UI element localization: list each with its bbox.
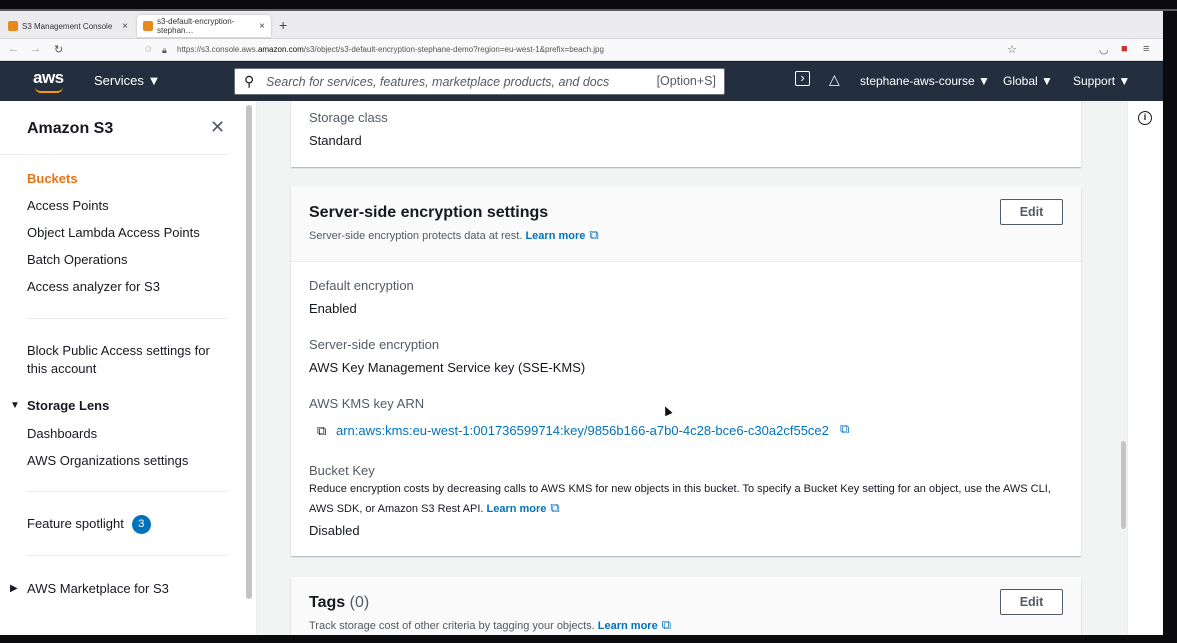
sidebar-title: Amazon S3 (27, 120, 114, 137)
services-menu[interactable]: Services ▼ (94, 73, 160, 88)
close-tab-icon[interactable]: × (259, 21, 265, 32)
tags-card-header: Tags (0) Track storage cost of other cri… (291, 577, 1081, 635)
sidebar-scrollbar[interactable] (246, 105, 252, 599)
right-rail: i (1127, 101, 1163, 635)
screen: S3 Management Console × s3-default-encry… (0, 0, 1177, 643)
search-input[interactable] (266, 72, 646, 92)
storage-class-label: Storage class (309, 110, 388, 125)
pocket-icon[interactable]: ◡ (1099, 43, 1109, 56)
external-link-icon[interactable]: ⧉ (662, 617, 671, 632)
sidebar-item-feature-spotlight[interactable]: Feature spotlight 3 (27, 515, 151, 534)
notification-badge: 3 (131, 515, 151, 534)
learn-more-link[interactable]: Learn more (487, 503, 547, 515)
sidebar-item-buckets[interactable]: Buckets (27, 171, 78, 186)
sidebar-item-access-points[interactable]: Access Points (27, 198, 109, 213)
main-scrollbar[interactable] (1121, 441, 1126, 529)
tags-desc: Track storage cost of other criteria by … (309, 617, 672, 632)
sidebar-item-batch-operations[interactable]: Batch Operations (27, 252, 127, 267)
storage-class-card: Storage class Standard (291, 101, 1081, 167)
browser-tab-active[interactable]: s3-default-encryption-stephan… × (137, 15, 271, 37)
lock-icon[interactable]: 🔒︎ (162, 45, 167, 56)
tab-label: s3-default-encryption-stephan… (157, 17, 235, 35)
cloudshell-icon[interactable]: › (795, 71, 810, 86)
bucket-key-desc-line2: AWS SDK, or Amazon S3 Rest API. Learn mo… (309, 500, 560, 515)
sidebar-item-marketplace[interactable]: AWS Marketplace for S3 (27, 581, 169, 596)
top-strip (0, 0, 1177, 11)
kms-arn-label: AWS KMS key ARN (309, 396, 425, 411)
bucket-key-desc-line1: Reduce encryption costs by decreasing ca… (309, 483, 1051, 495)
learn-more-link[interactable]: Learn more (598, 620, 658, 632)
sidebar-item-object-lambda[interactable]: Object Lambda Access Points (27, 225, 200, 240)
bottom-edge (0, 635, 1177, 643)
right-edge (1163, 11, 1177, 643)
sidebar-item-access-analyzer[interactable]: Access analyzer for S3 (27, 279, 160, 294)
caret-right-icon[interactable]: ▶ (10, 583, 18, 594)
sse-value: AWS Key Management Service key (SSE-KMS) (309, 360, 586, 375)
forward-icon[interactable]: → (30, 43, 41, 55)
sidebar-item-storage-lens[interactable]: Storage Lens (27, 398, 109, 413)
edit-encryption-button[interactable]: Edit (1000, 199, 1063, 225)
external-link-icon[interactable]: ⧉ (550, 500, 559, 515)
encryption-desc: Server-side encryption protects data at … (309, 227, 599, 242)
close-tab-icon[interactable]: × (122, 21, 128, 32)
main-content: Storage class Standard Server-side encry… (257, 101, 1127, 635)
sidebar: Amazon S3 ✕ Buckets Access Points Object… (0, 101, 257, 635)
sidebar-item-block-public-access-line2[interactable]: this account (27, 361, 96, 376)
storage-class-value: Standard (309, 133, 362, 148)
browser-tab-s3-console[interactable]: S3 Management Console × (2, 15, 134, 37)
bucket-key-value: Disabled (309, 523, 360, 538)
bucket-key-label: Bucket Key (309, 463, 375, 478)
default-encryption-label: Default encryption (309, 278, 414, 293)
external-link-icon[interactable]: ⧉ (589, 227, 598, 242)
sidebar-item-dashboards[interactable]: Dashboards (27, 426, 97, 441)
default-encryption-value: Enabled (309, 301, 357, 316)
info-icon[interactable]: i (1138, 111, 1152, 125)
edit-tags-button[interactable]: Edit (1000, 589, 1063, 615)
aws-favicon-icon (8, 21, 18, 31)
kms-arn-link[interactable]: arn:aws:kms:eu-west-1:001736599714:key/9… (336, 423, 829, 438)
support-menu[interactable]: Support ▼ (1073, 74, 1130, 88)
shield-icon[interactable]: ◌ (145, 43, 152, 55)
url-text[interactable]: https://s3.console.aws.amazon.com/s3/obj… (177, 45, 604, 54)
search-shortcut: [Option+S] (656, 74, 716, 88)
bookmark-star-icon[interactable]: ☆ (1007, 43, 1017, 56)
sidebar-item-block-public-access[interactable]: Block Public Access settings for (27, 343, 210, 358)
tags-title: Tags (0) (309, 594, 370, 611)
encryption-card-header: Server-side encryption settings Server-s… (291, 186, 1081, 262)
sidebar-item-aws-organizations[interactable]: AWS Organizations settings (27, 453, 188, 468)
aws-logo[interactable]: aws (33, 68, 64, 93)
search-icon: ⚲ (244, 73, 255, 89)
reload-icon[interactable]: ↻ (54, 43, 63, 56)
copy-arn-icon[interactable]: ⧉ (317, 423, 326, 439)
learn-more-link[interactable]: Learn more (525, 230, 585, 242)
new-tab-icon[interactable]: + (279, 17, 287, 33)
close-icon[interactable]: ✕ (210, 117, 225, 138)
encryption-card: Server-side encryption settings Server-s… (291, 186, 1081, 556)
address-bar: ← → ↻ ◌ 🔒︎ https://s3.console.aws.amazon… (0, 39, 1163, 61)
sse-label: Server-side encryption (309, 337, 440, 352)
region-menu[interactable]: Global ▼ (1003, 74, 1053, 88)
external-link-icon[interactable]: ⧉ (840, 421, 849, 437)
menu-icon[interactable]: ≡ (1143, 43, 1149, 55)
tags-card: Tags (0) Track storage cost of other cri… (291, 577, 1081, 635)
back-icon[interactable]: ← (8, 43, 19, 55)
browser-tab-bar: S3 Management Console × s3-default-encry… (0, 11, 1163, 39)
encryption-title: Server-side encryption settings (309, 204, 549, 221)
search-box[interactable]: ⚲ [Option+S] (234, 68, 725, 95)
aws-top-nav: aws Services ▼ ⚲ [Option+S] › △ stephane… (0, 62, 1163, 101)
notifications-bell-icon[interactable]: △ (829, 71, 840, 88)
extension-icon[interactable]: ■ (1121, 43, 1128, 55)
caret-down-icon[interactable]: ▼ (10, 400, 20, 411)
account-menu[interactable]: stephane-aws-course ▼ (860, 74, 990, 88)
tab-label: S3 Management Console (22, 21, 113, 31)
aws-favicon-icon (143, 21, 153, 31)
